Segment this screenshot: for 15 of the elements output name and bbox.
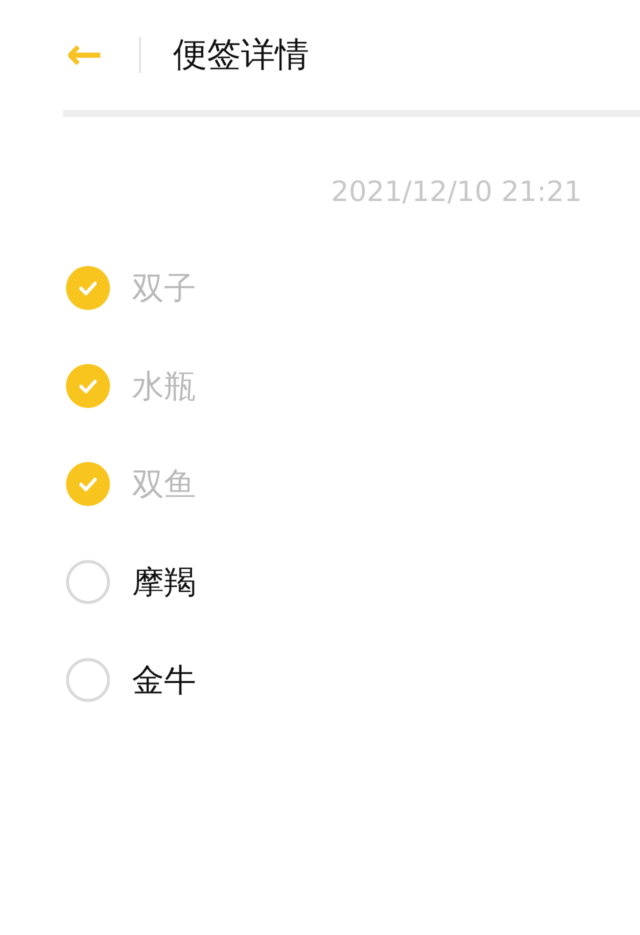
checkbox[interactable] — [66, 266, 110, 310]
checkbox[interactable] — [66, 364, 110, 408]
check-icon — [79, 478, 97, 492]
item-text: 双鱼 — [132, 464, 196, 505]
item-text: 水瓶 — [132, 366, 196, 407]
item-text: 摩羯 — [132, 562, 196, 603]
checkbox[interactable] — [66, 462, 110, 506]
check-icon — [79, 282, 97, 296]
checkbox[interactable] — [66, 560, 110, 604]
item-text: 双子 — [132, 268, 196, 309]
checkbox[interactable] — [66, 658, 110, 702]
item-text: 金牛 — [132, 660, 196, 701]
page-title: 便签详情 — [172, 34, 309, 76]
back-button[interactable]: ← — [66, 33, 103, 77]
check-icon — [79, 380, 97, 394]
